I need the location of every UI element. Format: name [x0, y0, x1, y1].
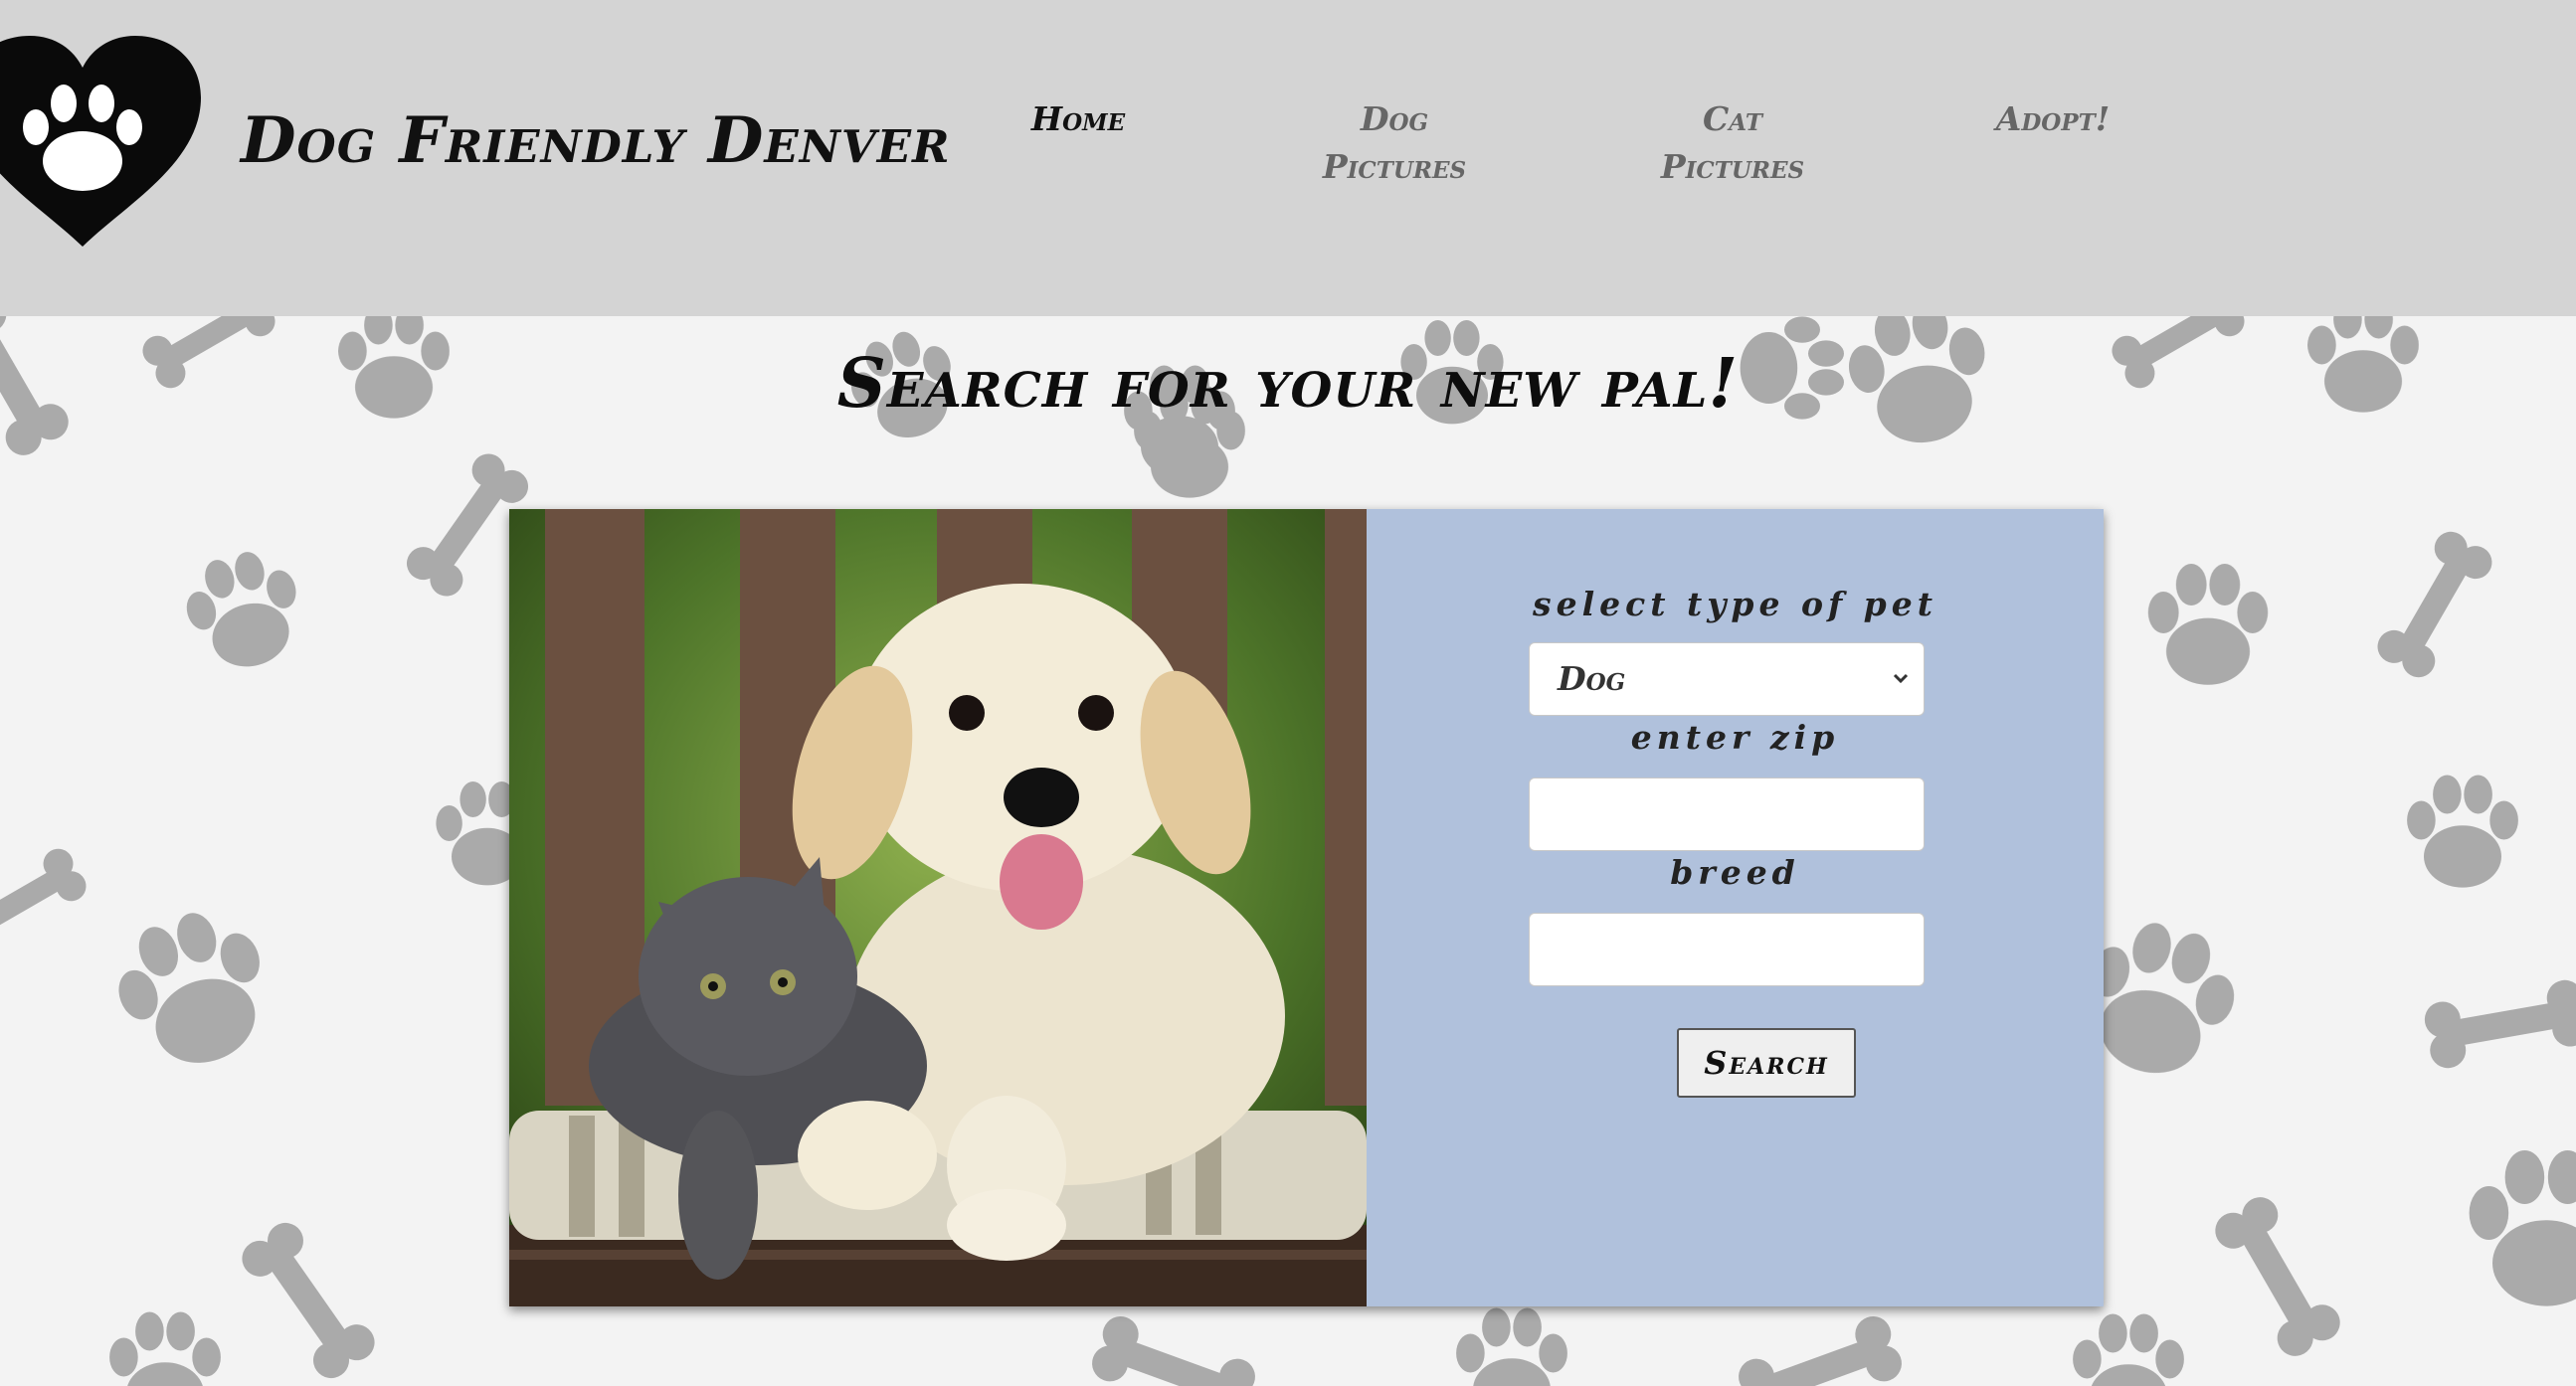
search-form: select type of pet Dog enter zip breed S…	[1367, 509, 2104, 1306]
nav-dog-pictures[interactable]: Dog Pictures	[1275, 95, 1514, 191]
puppy-kitten-photo	[509, 509, 1367, 1306]
chevron-down-icon	[1893, 673, 1909, 684]
breed-label: breed	[1670, 853, 1800, 892]
nav-cat-pictures[interactable]: Cat Pictures	[1613, 95, 1852, 191]
search-button[interactable]: Search	[1677, 1028, 1856, 1098]
pet-type-selected-value: Dog	[1558, 659, 1626, 698]
site-header: Dog Friendly Denver Home Dog Pictures Ca…	[0, 0, 2576, 316]
zip-label: enter zip	[1630, 718, 1840, 757]
zip-input[interactable]	[1529, 778, 1925, 851]
site-title[interactable]: Dog Friendly Denver	[241, 103, 950, 178]
search-card: select type of pet Dog enter zip breed S…	[509, 509, 2104, 1306]
page-heading: Search for your new pal!	[836, 344, 1740, 424]
nav-adopt[interactable]: Adopt!	[1933, 95, 2172, 143]
heart-paw-icon[interactable]	[0, 34, 205, 249]
breed-input[interactable]	[1529, 913, 1925, 986]
pet-type-label: select type of pet	[1533, 585, 1937, 623]
pet-type-select[interactable]: Dog	[1529, 642, 1925, 716]
nav-home[interactable]: Home	[959, 95, 1197, 143]
